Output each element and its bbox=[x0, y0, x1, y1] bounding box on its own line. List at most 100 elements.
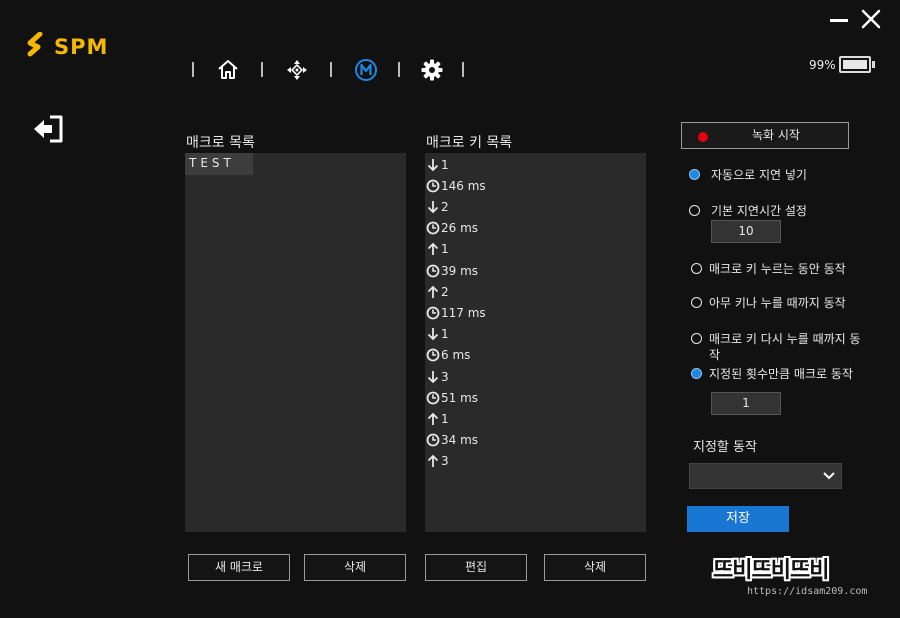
assign-action-label: 지정할 동작 bbox=[693, 440, 757, 455]
arrow-down-icon bbox=[425, 199, 440, 214]
key-list-row[interactable]: 1 bbox=[425, 154, 449, 175]
key-list-row-text: 51 ms bbox=[441, 390, 479, 405]
repeat-until-press-again-radio[interactable] bbox=[691, 333, 702, 344]
auto-delay-radio[interactable] bbox=[689, 169, 700, 180]
key-list-row-text: 1 bbox=[441, 242, 449, 257]
minimize-icon[interactable] bbox=[830, 19, 848, 22]
key-list-row[interactable]: 1 bbox=[425, 239, 449, 260]
repeat-fixed-count-radio[interactable] bbox=[691, 368, 702, 379]
record-start-label: 녹화 시작 bbox=[752, 128, 800, 142]
arrow-up-icon bbox=[425, 411, 440, 426]
delete-macro-button[interactable]: 삭제 bbox=[304, 554, 406, 581]
key-list-title: 매크로 키 목록 bbox=[426, 135, 513, 151]
repeat-while-pressed-label: 매크로 키 누르는 동안 동작 bbox=[709, 262, 846, 276]
dpad-icon bbox=[287, 60, 307, 80]
repeat-until-press-again-label-line2: 작 bbox=[709, 348, 721, 362]
default-delay-label: 기본 지연시간 설정 bbox=[711, 204, 807, 218]
new-macro-button[interactable]: 새 매크로 bbox=[188, 554, 290, 581]
default-delay-radio[interactable] bbox=[689, 205, 700, 216]
arrow-down-icon bbox=[425, 327, 440, 342]
nav-separator bbox=[462, 62, 464, 77]
key-list-row[interactable]: 51 ms bbox=[425, 387, 478, 408]
repeat-until-any-key-label: 아무 키나 누를 때까지 동작 bbox=[709, 296, 846, 310]
repeat-until-any-key-radio[interactable] bbox=[691, 297, 702, 308]
key-list-row-text: 146 ms bbox=[441, 178, 486, 193]
key-list-row-text: 117 ms bbox=[441, 305, 486, 320]
key-list-row-text: 1 bbox=[441, 157, 449, 172]
nav-separator bbox=[330, 62, 332, 77]
key-list-row[interactable]: 26 ms bbox=[425, 218, 478, 239]
clock-icon bbox=[425, 221, 440, 236]
nav-home[interactable] bbox=[214, 56, 242, 84]
key-list-row-text: 1 bbox=[441, 411, 449, 426]
key-list-row[interactable]: 39 ms bbox=[425, 260, 478, 281]
repeat-fixed-count-label: 지정된 횟수만큼 매크로 동작 bbox=[709, 367, 853, 381]
record-start-button[interactable]: 녹화 시작 bbox=[681, 122, 849, 149]
key-list-row-text: 3 bbox=[441, 454, 449, 469]
key-list-row-text: 6 ms bbox=[441, 348, 471, 363]
clock-icon bbox=[425, 263, 440, 278]
arrow-down-icon bbox=[425, 157, 440, 172]
nav-separator bbox=[261, 62, 263, 77]
delete-key-button[interactable]: 삭제 bbox=[544, 554, 646, 581]
battery-percent: 99% bbox=[809, 58, 836, 72]
repeat-until-press-again-label-line1: 매크로 키 다시 누를 때까지 동 bbox=[709, 332, 861, 346]
key-list-row-text: 2 bbox=[441, 284, 449, 299]
spm-logo-mark-icon bbox=[27, 32, 43, 57]
key-list-row-text: 39 ms bbox=[441, 263, 479, 278]
edit-key-button[interactable]: 편집 bbox=[425, 554, 527, 581]
key-list-row[interactable]: 3 bbox=[425, 451, 449, 472]
close-icon[interactable] bbox=[861, 9, 881, 29]
key-list-row[interactable]: 117 ms bbox=[425, 302, 486, 323]
brand-name: SPM bbox=[54, 35, 109, 59]
key-list-row-text: 2 bbox=[441, 199, 449, 214]
clock-icon bbox=[425, 433, 440, 448]
auto-delay-label: 자동으로 지연 넣기 bbox=[711, 168, 807, 182]
arrow-down-icon bbox=[425, 369, 440, 384]
nav-button-mapping[interactable] bbox=[283, 56, 311, 84]
repeat-count-input[interactable]: 1 bbox=[711, 392, 781, 415]
save-button[interactable]: 저장 bbox=[687, 506, 789, 532]
default-delay-input[interactable]: 10 bbox=[711, 220, 781, 243]
key-list-row[interactable]: 146 ms bbox=[425, 175, 486, 196]
macro-m-icon bbox=[355, 59, 377, 81]
key-list-row-text: 26 ms bbox=[441, 221, 479, 236]
key-list-row[interactable]: 34 ms bbox=[425, 430, 478, 451]
gear-icon bbox=[421, 59, 443, 81]
nav-separator bbox=[192, 62, 194, 77]
nav-separator bbox=[398, 62, 400, 77]
key-list-row[interactable]: 1 bbox=[425, 408, 449, 429]
macro-list-title: 매크로 목록 bbox=[186, 135, 255, 151]
battery-tip bbox=[872, 61, 875, 68]
key-list-row-text: 3 bbox=[441, 369, 449, 384]
nav-macro[interactable] bbox=[352, 56, 380, 84]
key-list-row[interactable]: 2 bbox=[425, 281, 449, 302]
clock-icon bbox=[425, 390, 440, 405]
key-list-row[interactable]: 1 bbox=[425, 324, 449, 345]
app-logo: SPM bbox=[26, 32, 108, 62]
key-list-row[interactable]: 2 bbox=[425, 196, 449, 217]
nav-settings[interactable] bbox=[418, 56, 446, 84]
home-icon bbox=[218, 60, 238, 79]
key-list-panel: 1 146 ms 2 26 ms 1 39 ms 2 117 ms 1 6 ms 3 51 ms 1 34… bbox=[425, 153, 646, 532]
chevron-down-icon bbox=[823, 472, 835, 480]
watermark-text: 뜨비뜨비뜨비 bbox=[713, 558, 829, 583]
arrow-up-icon bbox=[425, 284, 440, 299]
clock-icon bbox=[425, 305, 440, 320]
macro-list-panel: TEST bbox=[185, 153, 406, 532]
key-list-row-text: 1 bbox=[441, 327, 449, 342]
key-list-row[interactable]: 3 bbox=[425, 366, 449, 387]
key-list-row[interactable]: 6 ms bbox=[425, 345, 470, 366]
macro-list-item[interactable]: TEST bbox=[185, 153, 253, 175]
watermark-url: https://idsam209.com bbox=[747, 586, 868, 597]
clock-icon bbox=[425, 178, 440, 193]
exit-icon[interactable] bbox=[32, 114, 66, 144]
assign-action-select[interactable] bbox=[689, 463, 842, 489]
watermark: 뜨비뜨비뜨비 https://idsam209.com bbox=[707, 552, 887, 602]
arrow-up-icon bbox=[425, 242, 440, 257]
key-list-row-text: 34 ms bbox=[441, 433, 479, 448]
clock-icon bbox=[425, 348, 440, 363]
arrow-up-icon bbox=[425, 454, 440, 469]
battery-icon bbox=[839, 56, 871, 73]
repeat-while-pressed-radio[interactable] bbox=[691, 263, 702, 274]
